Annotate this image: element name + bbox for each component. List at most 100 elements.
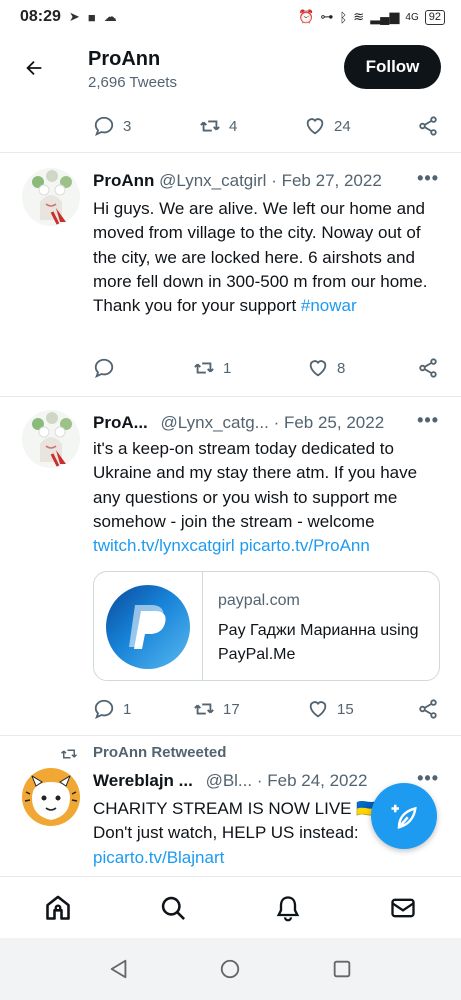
like-icon [306,118,324,135]
key-icon: ⊶ [320,9,334,24]
system-back-icon[interactable] [108,958,130,980]
back-button[interactable] [16,50,52,86]
nav-messages[interactable] [388,893,418,923]
reply-icon [94,116,114,137]
alarm-icon: ⏰ [298,9,315,24]
author-handle[interactable]: @Lynx_catg... [161,413,269,432]
like-icon [309,360,327,377]
follow-button[interactable]: Follow [344,45,441,89]
share-icon [419,699,437,719]
avatar[interactable] [22,168,80,226]
card-title: Pay Гаджи Марианна using PayPal.Me [218,622,419,663]
nav-notifications[interactable] [273,893,303,923]
share-icon [419,358,437,378]
tweet-text-main: it's a keep-on stream today dedicated to… [93,439,418,531]
bluetooth-icon: ᛒ [339,9,348,25]
tweet-header: ProA... @Lynx_catg... · Feb 25, 2022 [93,413,384,433]
author-name[interactable]: ProAnn [93,171,154,190]
status-bar: 08:29 ➤ ■ ☁ ⏰ ⊶ ᛒ ≋ ▂▄▆ 4G 92 [0,0,461,34]
tweet-actions: 3 4 24 [93,113,443,139]
reply-button[interactable]: 1 [93,698,131,720]
like-icon [309,701,327,718]
home-icon [46,895,70,920]
retweet-button[interactable]: 4 [199,115,237,137]
card-domain: paypal.com [218,592,300,609]
nav-search[interactable] [158,893,188,923]
tweet-text: it's a keep-on stream today dedicated to… [93,437,443,558]
separator-dot: · [273,413,284,432]
author-name[interactable]: ProA... [93,413,148,432]
clock: 08:29 [20,8,61,25]
profile-name: ProAnn [88,48,161,70]
reply-icon [94,699,114,720]
like-button[interactable]: 24 [304,115,351,137]
hashtag-link[interactable]: #nowar [301,296,357,315]
system-home-icon[interactable] [219,958,241,980]
card-thumbnail [94,572,203,680]
like-count: 15 [337,700,354,718]
messages-icon [391,898,415,918]
like-button[interactable]: 8 [307,357,345,379]
network-type: 4G [405,11,419,23]
profile-header: ProAnn 2,696 Tweets Follow [0,34,461,102]
reply-button[interactable] [93,357,123,379]
retweet-button[interactable]: 17 [193,698,240,720]
tweet-date[interactable]: Feb 25, 2022 [284,413,384,432]
avatar-image [22,768,80,826]
like-button[interactable]: 15 [307,698,354,720]
retweet-count: 17 [223,700,240,718]
reply-button[interactable]: 3 [93,115,131,137]
picarto-link[interactable]: picarto.tv/Blajnart [93,846,443,870]
app-notification-icon: ■ [87,9,96,25]
link-preview-card[interactable]: paypal.com Pay Гаджи Марианна using PayP… [93,571,440,681]
retweet-count: 1 [223,359,232,377]
retweet-icon [200,120,220,132]
avatar-image [22,168,80,226]
compose-tweet-button[interactable] [371,783,437,849]
nav-home[interactable] [43,893,73,923]
separator-dot: · [271,171,282,190]
picarto-link[interactable]: picarto.tv/ProAnn [239,536,369,555]
more-icon[interactable]: ••• [417,168,439,189]
share-button[interactable] [417,115,439,137]
system-nav-bar [0,938,461,1000]
retweet-button[interactable]: 1 [193,357,231,379]
like-count: 24 [334,117,351,135]
more-icon[interactable]: ••• [417,410,439,431]
system-recents-icon[interactable] [331,958,353,980]
cloud-icon: ☁ [103,9,117,24]
retweet-icon [60,749,78,759]
reply-icon [94,358,114,379]
retweet-icon [194,703,214,715]
retweet-count: 4 [229,117,238,135]
search-icon [161,896,185,920]
retweet-icon [194,362,214,374]
paypal-logo-icon [106,585,190,669]
status-left: 08:29 ➤ ■ ☁ [20,8,117,26]
bottom-nav [0,876,461,938]
avatar[interactable] [22,410,80,468]
author-handle[interactable]: @Lynx_catgirl [159,171,266,190]
twitch-link[interactable]: twitch.tv/lynxcatgirl [93,536,235,555]
retweeted-by-label[interactable]: ProAnn Retweeted [93,744,226,761]
signal-icon: ▂▄▆ [370,9,400,24]
avatar[interactable] [22,768,80,826]
tweet-date[interactable]: Feb 27, 2022 [282,171,382,190]
tweet-header: ProAnn @Lynx_catgirl · Feb 27, 2022 [93,171,382,191]
tweet-divider [0,396,461,397]
reply-count: 3 [123,117,132,135]
share-button[interactable] [417,357,439,379]
author-handle[interactable]: @Bl... [206,771,253,790]
separator-dot: · [256,771,268,790]
tweet-text: Hi guys. We are alive. We left our home … [93,197,443,318]
share-button[interactable] [417,698,439,720]
share-icon [419,116,437,136]
like-count: 8 [337,359,346,377]
tweet-header: Wereblajn ... @Bl... · Feb 24, 2022 [93,771,367,791]
author-name[interactable]: Wereblajn ... [93,771,193,790]
back-arrow-icon [26,60,42,76]
reply-count: 1 [123,700,132,718]
more-icon[interactable]: ••• [417,768,439,789]
tweet-date[interactable]: Feb 24, 2022 [267,771,367,790]
avatar-image [22,410,80,468]
